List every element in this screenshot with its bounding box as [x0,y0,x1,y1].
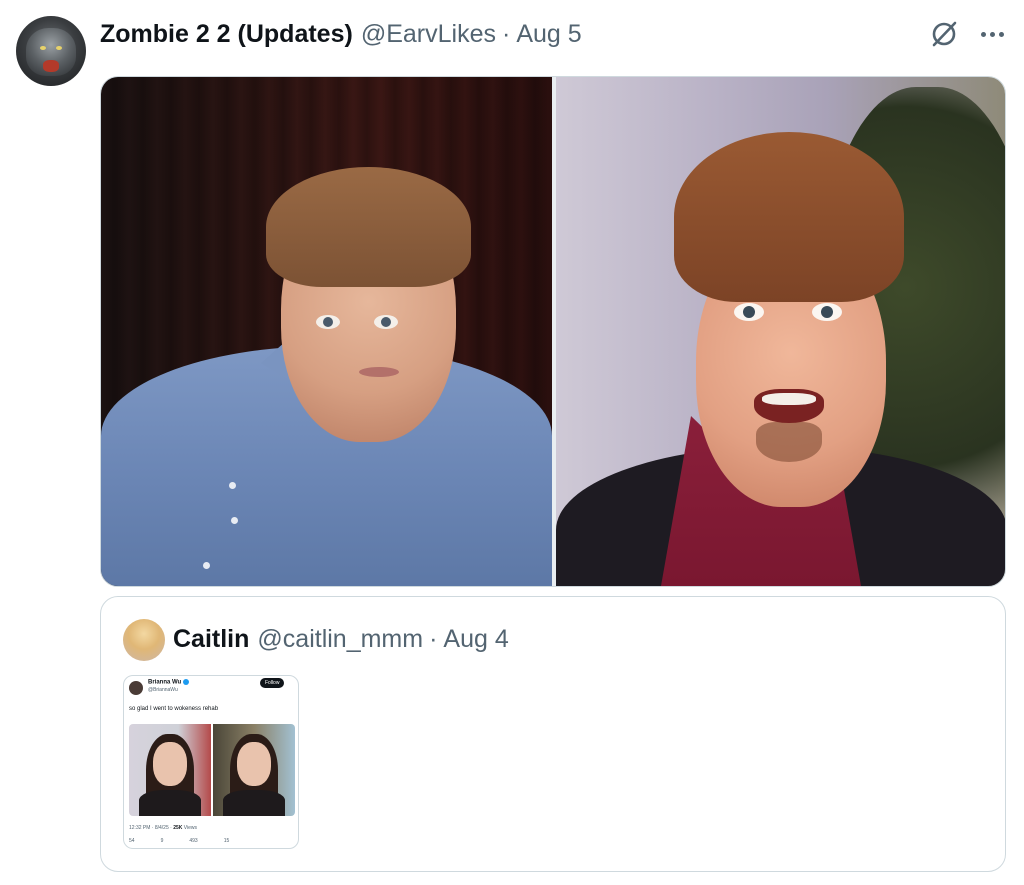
header-separator: · [501,19,511,48]
eye-right-2 [812,303,842,321]
embedded-photos [129,724,295,816]
embedded-follow-button: Follow [260,678,285,688]
eye-left-1 [316,315,340,329]
embedded-photo-1 [129,724,211,816]
like-count: 493 [189,838,198,844]
mouth-left [359,367,399,377]
eye-left-2 [374,315,398,329]
grok-icon[interactable] [928,18,960,50]
embedded-name: Brianna Wu [148,679,190,686]
quote-date[interactable]: Aug 4 [443,625,508,654]
goatee [756,422,822,462]
quote-header: Caitlin @caitlin_mmm · Aug 4 [173,623,509,655]
photo-right[interactable] [556,77,1005,586]
verified-badge-icon [183,679,190,685]
reply-count: 54 [129,838,135,844]
quote-separator: · [429,624,438,653]
quote-author-avatar[interactable] [123,619,165,661]
mouth-right [754,389,824,423]
quote-author-name[interactable]: Caitlin [173,625,249,654]
embedded-handle: @BriannaWu [148,687,178,693]
embedded-actions: 54 9 493 15 [129,838,229,844]
quote-author-handle[interactable]: @caitlin_mmm [257,625,423,654]
photo-left[interactable] [101,77,552,586]
embedded-post-screenshot[interactable]: Brianna Wu @BriannaWu Follow so glad I w… [123,675,299,849]
hair-right [674,132,904,302]
shirt-button [229,482,236,489]
embedded-text: so glad I went to wokeness rehab [129,706,219,712]
more-icon[interactable] [975,20,1009,48]
post-header: Zombie 2 2 (Updates) @EarvLikes · Aug 5 [100,18,582,50]
embedded-avatar [129,681,143,695]
embedded-photo-2 [213,724,295,816]
post-date[interactable]: Aug 5 [516,20,581,49]
bookmark-count: 15 [223,838,230,844]
author-avatar[interactable] [16,16,86,86]
shirt-button [231,517,238,524]
author-name[interactable]: Zombie 2 2 (Updates) [100,20,353,49]
shirt-button [203,562,210,569]
embedded-meta: 12:32 PM · 8/4/25 · 25K Views [129,825,198,831]
avatar-eye-left [40,46,46,50]
hair-left [266,167,471,287]
eye-right-1 [734,303,764,321]
media-grid [100,76,1006,587]
quoted-post[interactable]: Caitlin @caitlin_mmm · Aug 4 Brianna Wu … [100,596,1006,872]
avatar-eye-right [56,46,62,50]
repost-count: 9 [160,838,164,844]
avatar-mouth [43,60,59,72]
author-handle[interactable]: @EarvLikes [361,20,496,49]
